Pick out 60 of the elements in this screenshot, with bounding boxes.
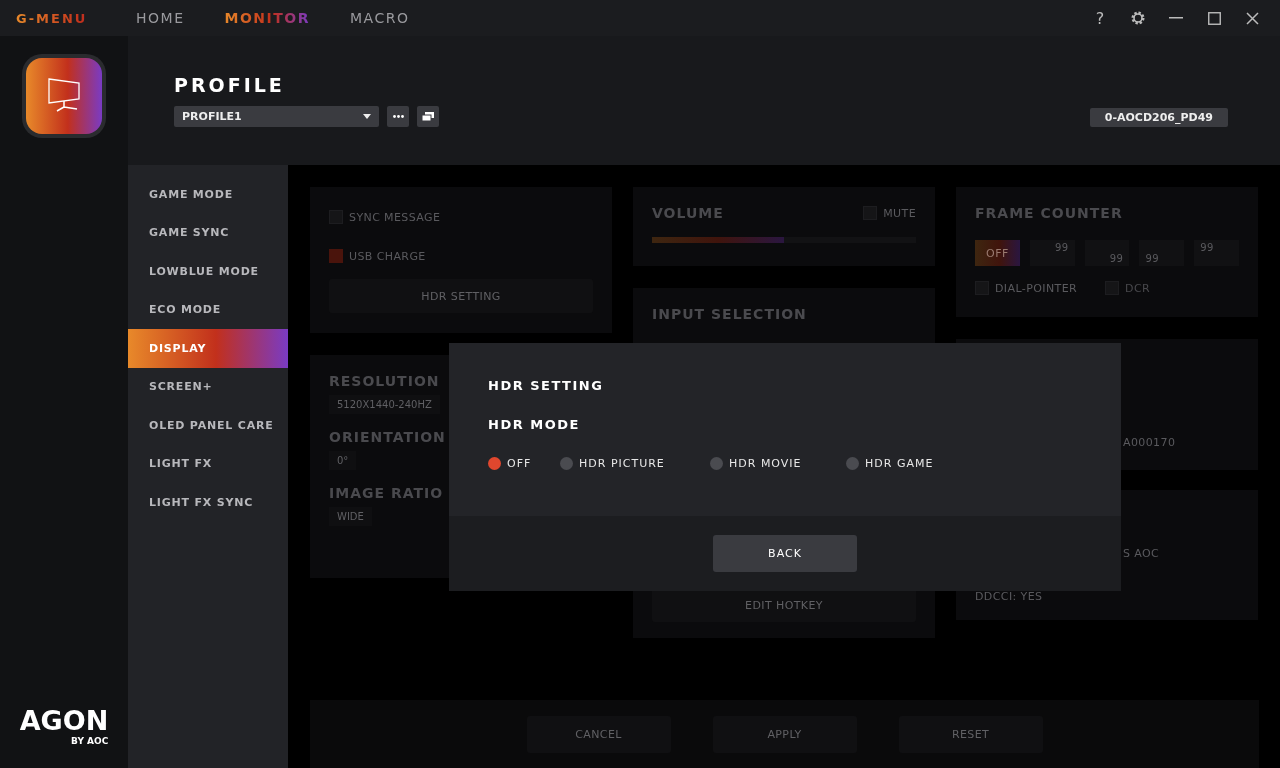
stacked-cards-icon	[422, 112, 434, 121]
off-toggle[interactable]: OFF	[975, 240, 1020, 266]
card-title: VOLUME	[652, 205, 725, 221]
more-icon	[392, 115, 404, 118]
radio-option[interactable]: HDR GAME	[846, 457, 946, 470]
volume-slider[interactable]	[652, 237, 916, 243]
section-heading: HDR MODE	[488, 417, 581, 432]
setting-value[interactable]: 0°	[329, 451, 357, 470]
back-button[interactable]: BACK	[713, 535, 857, 572]
copy-button[interactable]	[417, 106, 439, 127]
checkbox-label: USB CHARGE	[349, 249, 426, 263]
checkbox-label: MUTE	[883, 206, 916, 220]
info-text: DDCCI: YES	[975, 590, 1043, 603]
hdr-setting-button[interactable]: HDR SETTING	[329, 279, 593, 313]
minimize-icon[interactable]	[1169, 17, 1183, 19]
checkbox-label: DIAL-POINTER	[995, 281, 1078, 295]
maximize-icon[interactable]	[1207, 11, 1221, 25]
settings-icon[interactable]	[1130, 10, 1146, 26]
radio-button[interactable]	[846, 457, 859, 470]
device-id-badge: 0-AOCD206_PD49	[1089, 108, 1228, 127]
caret-icon	[363, 114, 371, 119]
brand-byline: BY AOC	[71, 736, 109, 746]
setting-heading: ORIENTATION	[329, 429, 446, 445]
sidebar-item[interactable]: DISPLAY	[128, 329, 288, 368]
sidebar-item[interactable]: SCREEN+	[128, 367, 288, 406]
nav-tab[interactable]: MACRO	[350, 10, 410, 26]
checkbox-label: DCR	[1125, 281, 1151, 295]
sidebar-item[interactable]: ECO MODE	[128, 290, 288, 329]
card-title: FRAME COUNTER	[975, 205, 1123, 221]
sidebar-item[interactable]: OLED PANEL CARE	[128, 406, 288, 445]
more-button[interactable]	[387, 106, 409, 127]
checkbox[interactable]	[329, 249, 343, 263]
dialog-title: HDR SETTING	[488, 378, 605, 393]
info-text: A000170	[1123, 436, 1176, 449]
radio-button[interactable]	[710, 457, 723, 470]
sidebar-item[interactable]: LOWBLUE MODE	[128, 252, 288, 291]
sidebar-item[interactable]: GAME MODE	[128, 175, 288, 214]
radio-button[interactable]	[488, 457, 501, 470]
profile-dropdown[interactable]: PROFILE1	[174, 106, 379, 127]
page-title: PROFILE	[174, 74, 286, 96]
setting-heading: RESOLUTION	[329, 373, 440, 389]
card-title: INPUT SELECTION	[652, 306, 807, 322]
radio-option[interactable]: HDR MOVIE	[710, 457, 846, 470]
radio-option[interactable]: HDR PICTURE	[560, 457, 710, 470]
sidebar-item[interactable]: GAME SYNC	[128, 213, 288, 252]
sidebar-item[interactable]: LIGHT FX	[128, 444, 288, 483]
setting-value[interactable]: WIDE	[329, 507, 372, 526]
nav-tab[interactable]: HOME	[136, 10, 185, 26]
help-button[interactable]: ?	[1081, 0, 1119, 36]
monitor-icon	[47, 77, 81, 115]
radio-button[interactable]	[560, 457, 573, 470]
info-text: S AOC	[1123, 547, 1160, 560]
brand-wordmark: AGON	[19, 708, 109, 734]
setting-heading: IMAGE RATIO	[329, 485, 444, 501]
setting-value[interactable]: 5120X1440-240HZ	[329, 395, 440, 414]
nav-tab[interactable]: MONITOR	[224, 10, 310, 26]
close-icon[interactable]	[1245, 11, 1259, 25]
sidebar-item[interactable]: LIGHT FX SYNC	[128, 483, 288, 522]
radio-option[interactable]: OFF	[488, 457, 560, 470]
checkbox-label: SYNC MESSAGE	[349, 210, 441, 224]
